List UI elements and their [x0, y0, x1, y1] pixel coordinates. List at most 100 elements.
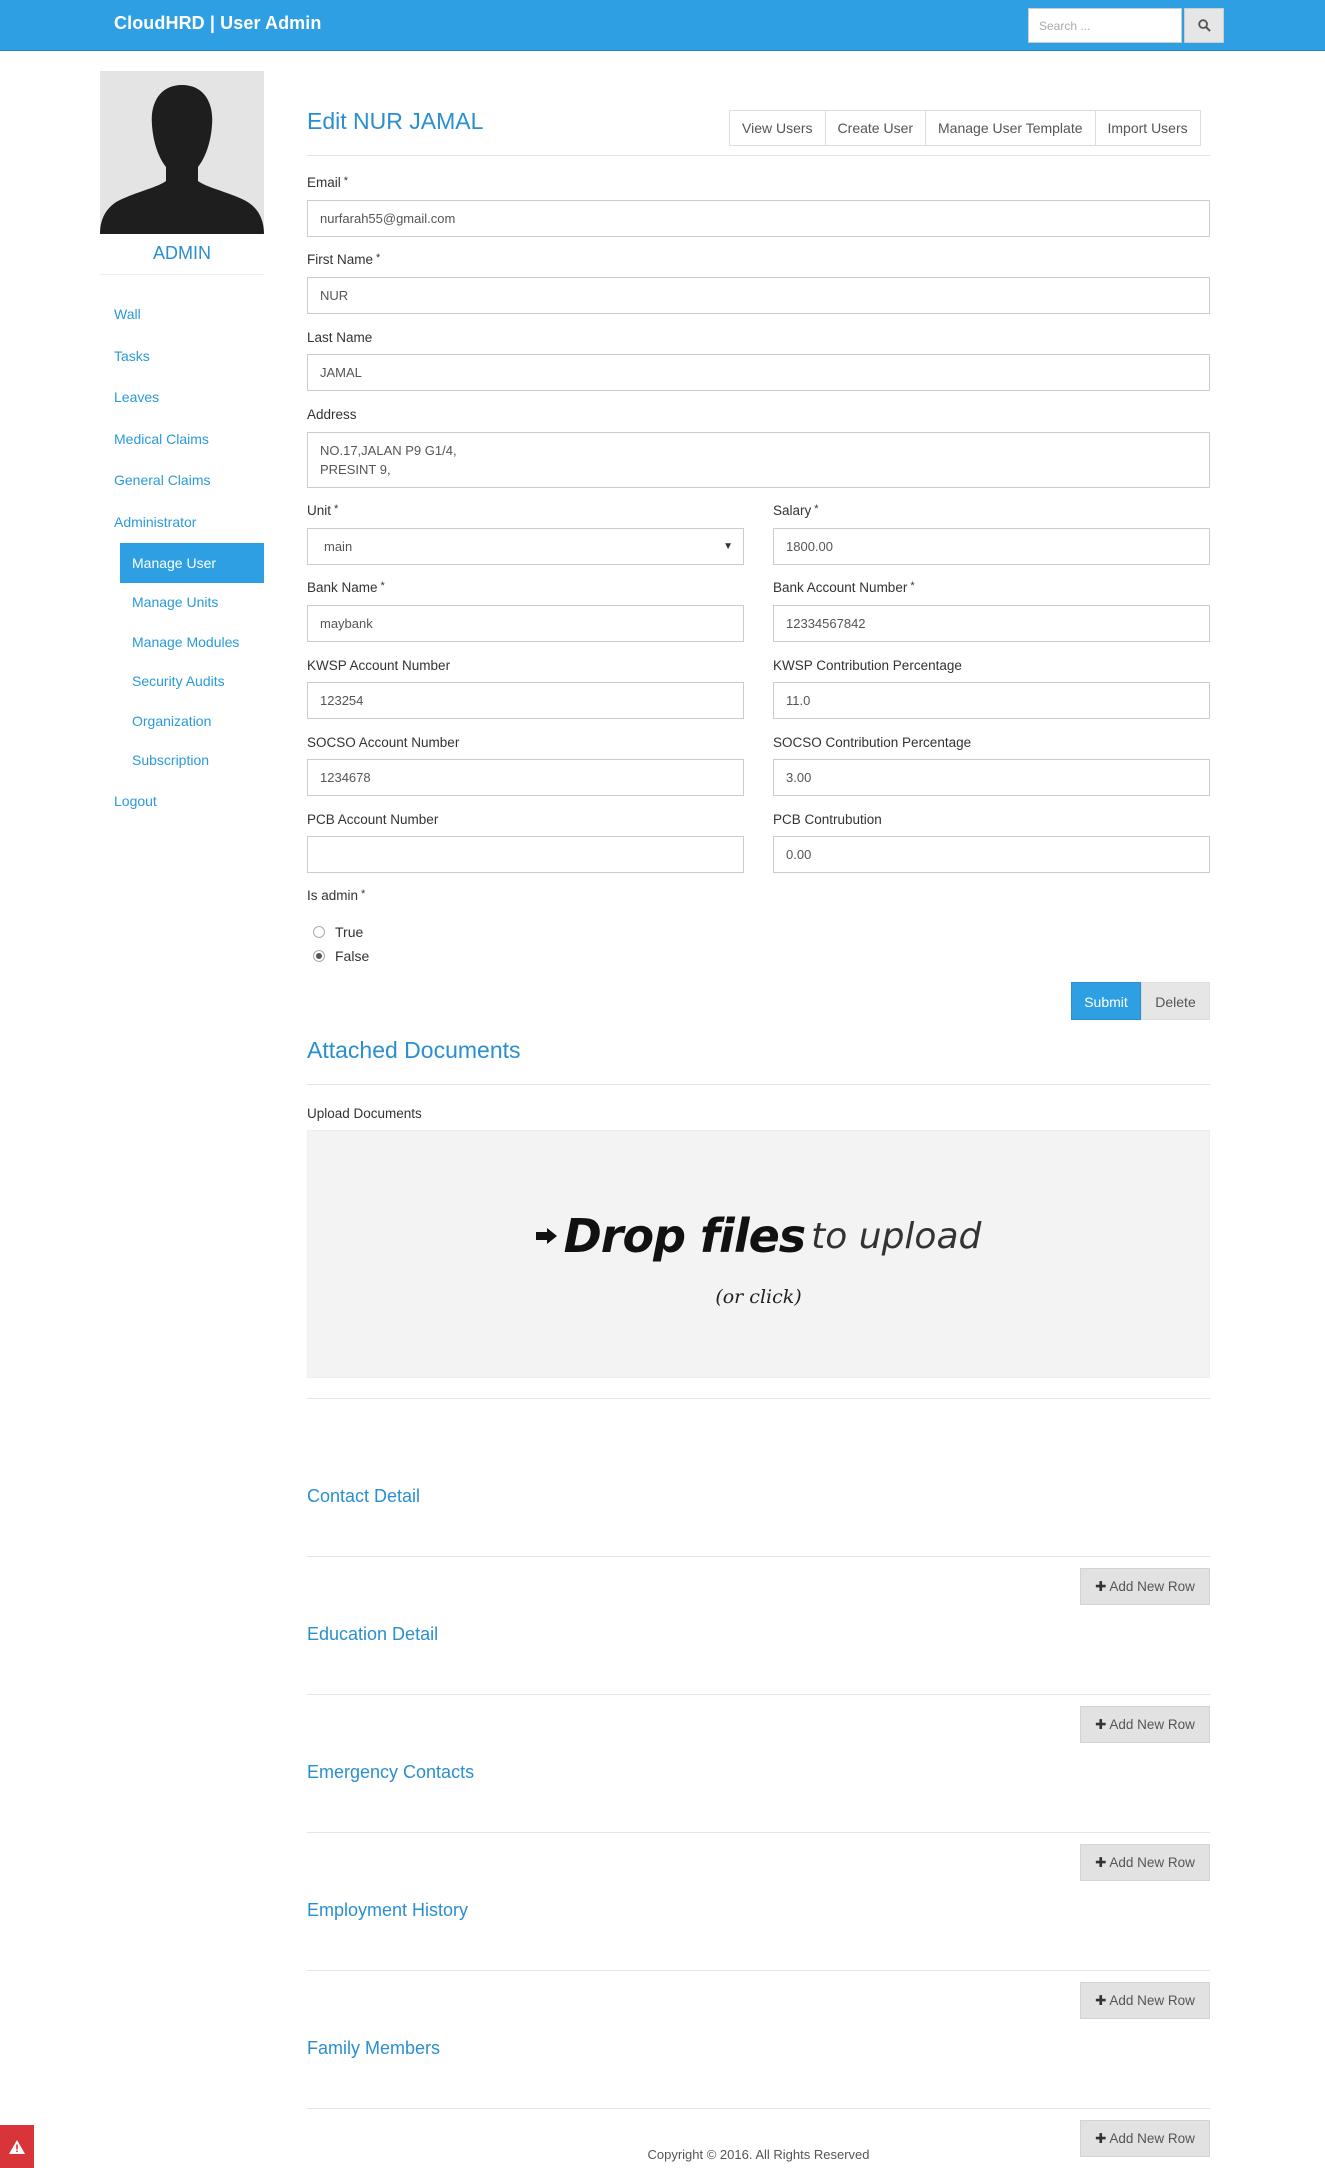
salary-label: Salary * [773, 503, 819, 518]
warning-icon [9, 2139, 25, 2154]
import-users-button[interactable]: Import Users [1094, 111, 1200, 145]
last-name-label: Last Name [307, 330, 373, 345]
warning-badge[interactable] [0, 2125, 34, 2168]
education-detail-title: Education Detail [307, 1624, 439, 1644]
pcb-contribution-field[interactable]: 0.00 [773, 836, 1210, 873]
contact-add-row-button[interactable]: ✚ Add New Row [1080, 1568, 1210, 1605]
sidebar-item-subscription[interactable]: Subscription [100, 741, 264, 781]
emergency-add-row-button[interactable]: ✚ Add New Row [1080, 1844, 1210, 1881]
title-divider [307, 155, 1210, 156]
pcb-contribution-label: PCB Contrubution [773, 812, 882, 827]
employment-history-title: Employment History [307, 1900, 469, 1920]
address-field[interactable]: NO.17,JALAN P9 G1/4, PRESINT 9, [307, 432, 1210, 488]
top-navbar: CloudHRD | User Admin [0, 0, 1325, 51]
education-detail-divider [307, 1694, 1210, 1695]
family-members-divider [307, 2108, 1210, 2109]
email-label: Email * [307, 175, 349, 190]
salary-field[interactable]: 1800.00 [773, 528, 1210, 565]
education-add-row-button[interactable]: ✚ Add New Row [1080, 1706, 1210, 1743]
bank-account-label: Bank Account Number * [773, 580, 915, 595]
plus-icon: ✚ [1095, 1993, 1107, 2008]
sidebar-divider [100, 274, 264, 275]
avatar [100, 71, 264, 234]
last-name-field[interactable]: JAMAL [307, 354, 1210, 391]
kwsp-account-label: KWSP Account Number [307, 658, 451, 673]
socso-percent-field[interactable]: 3.00 [773, 759, 1210, 796]
search-button[interactable] [1184, 8, 1224, 43]
first-name-label: First Name * [307, 252, 381, 267]
address-label: Address [307, 407, 357, 422]
socso-account-field[interactable]: 1234678 [307, 759, 744, 796]
sidebar-item-manage-user[interactable]: Manage User [120, 543, 264, 583]
radio-true[interactable] [313, 926, 325, 938]
sidebar-item-administrator[interactable]: Administrator [100, 502, 264, 544]
employment-add-row-button[interactable]: ✚ Add New Row [1080, 1982, 1210, 2019]
app-brand[interactable]: CloudHRD | User Admin [114, 13, 321, 34]
contact-detail-title: Contact Detail [307, 1486, 421, 1506]
sidebar-item-security-audits[interactable]: Security Audits [100, 662, 264, 702]
unit-label: Unit * [307, 503, 339, 518]
footer-copyright: Copyright © 2016. All Rights Reserved [647, 2147, 870, 2162]
radio-false[interactable] [313, 950, 325, 962]
bank-name-label: Bank Name * [307, 580, 385, 595]
dropzone-light-text: to upload [811, 1215, 982, 1257]
first-name-field[interactable]: NUR [307, 277, 1210, 314]
search-input[interactable] [1028, 8, 1182, 43]
dropzone-divider [307, 1398, 1210, 1399]
view-users-button[interactable]: View Users [730, 111, 825, 145]
plus-icon: ✚ [1095, 1855, 1107, 1870]
plus-icon: ✚ [1095, 2131, 1107, 2146]
dropzone-message: Drop files to upload [308, 1209, 1209, 1263]
user-toolbar: View Users Create User Manage User Templ… [729, 110, 1201, 146]
email-field[interactable]: nurfarah55@gmail.com [307, 200, 1210, 237]
submit-button[interactable]: Submit [1071, 982, 1141, 1020]
delete-button[interactable]: Delete [1141, 982, 1210, 1020]
sidebar-item-manage-units[interactable]: Manage Units [100, 583, 264, 623]
search-icon [1197, 19, 1211, 32]
is-admin-false-option[interactable]: False [313, 948, 369, 964]
address-line-2: PRESINT 9, [320, 462, 391, 477]
radio-true-label: True [335, 924, 364, 940]
bank-account-field[interactable]: 12334567842 [773, 605, 1210, 642]
address-line-1: NO.17,JALAN P9 G1/4, [320, 443, 457, 458]
plus-icon: ✚ [1095, 1717, 1107, 1732]
sidebar-item-manage-modules[interactable]: Manage Modules [100, 623, 264, 663]
pcb-account-field[interactable] [307, 836, 744, 873]
socso-percent-label: SOCSO Contribution Percentage [773, 735, 972, 750]
page-title: Edit NUR JAMAL [307, 108, 484, 134]
socso-account-label: SOCSO Account Number [307, 735, 460, 750]
arrow-right-icon [535, 1228, 557, 1244]
sidebar-nav: Wall Tasks Leaves Medical Claims General… [100, 294, 264, 822]
emergency-contacts-divider [307, 1832, 1210, 1833]
kwsp-percent-label: KWSP Contribution Percentage [773, 658, 962, 673]
sidebar-item-leaves[interactable]: Leaves [100, 377, 264, 419]
chevron-down-icon: ▼ [723, 541, 733, 552]
pcb-account-label: PCB Account Number [307, 812, 439, 827]
emergency-contacts-title: Emergency Contacts [307, 1762, 475, 1782]
kwsp-percent-field[interactable]: 11.0 [773, 682, 1210, 719]
sidebar-item-medical-claims[interactable]: Medical Claims [100, 419, 264, 461]
sidebar-item-logout[interactable]: Logout [100, 781, 264, 823]
attached-documents-title: Attached Documents [307, 1037, 521, 1063]
kwsp-account-field[interactable]: 123254 [307, 682, 744, 719]
manage-user-template-button[interactable]: Manage User Template [925, 111, 1095, 145]
dropzone-strong-text: Drop files [563, 1209, 807, 1263]
sidebar-item-general-claims[interactable]: General Claims [100, 460, 264, 502]
unit-select[interactable]: main ▼ [307, 528, 744, 565]
employment-history-divider [307, 1970, 1210, 1971]
sidebar-item-tasks[interactable]: Tasks [100, 336, 264, 378]
plus-icon: ✚ [1095, 1579, 1107, 1594]
bank-name-field[interactable]: maybank [307, 605, 744, 642]
family-members-title: Family Members [307, 2038, 441, 2058]
create-user-button[interactable]: Create User [824, 111, 926, 145]
upload-documents-label: Upload Documents [307, 1106, 422, 1121]
is-admin-label: Is admin * [307, 888, 366, 903]
sidebar-item-wall[interactable]: Wall [100, 294, 264, 336]
sidebar-item-organization[interactable]: Organization [100, 702, 264, 742]
dropzone-subtext: (or click) [715, 1286, 802, 1308]
is-admin-true-option[interactable]: True [313, 924, 363, 940]
user-role-label: ADMIN [153, 243, 211, 263]
file-dropzone[interactable]: Drop files to upload (or click) [307, 1130, 1210, 1378]
radio-false-label: False [335, 948, 370, 964]
user-silhouette-icon [100, 85, 264, 234]
